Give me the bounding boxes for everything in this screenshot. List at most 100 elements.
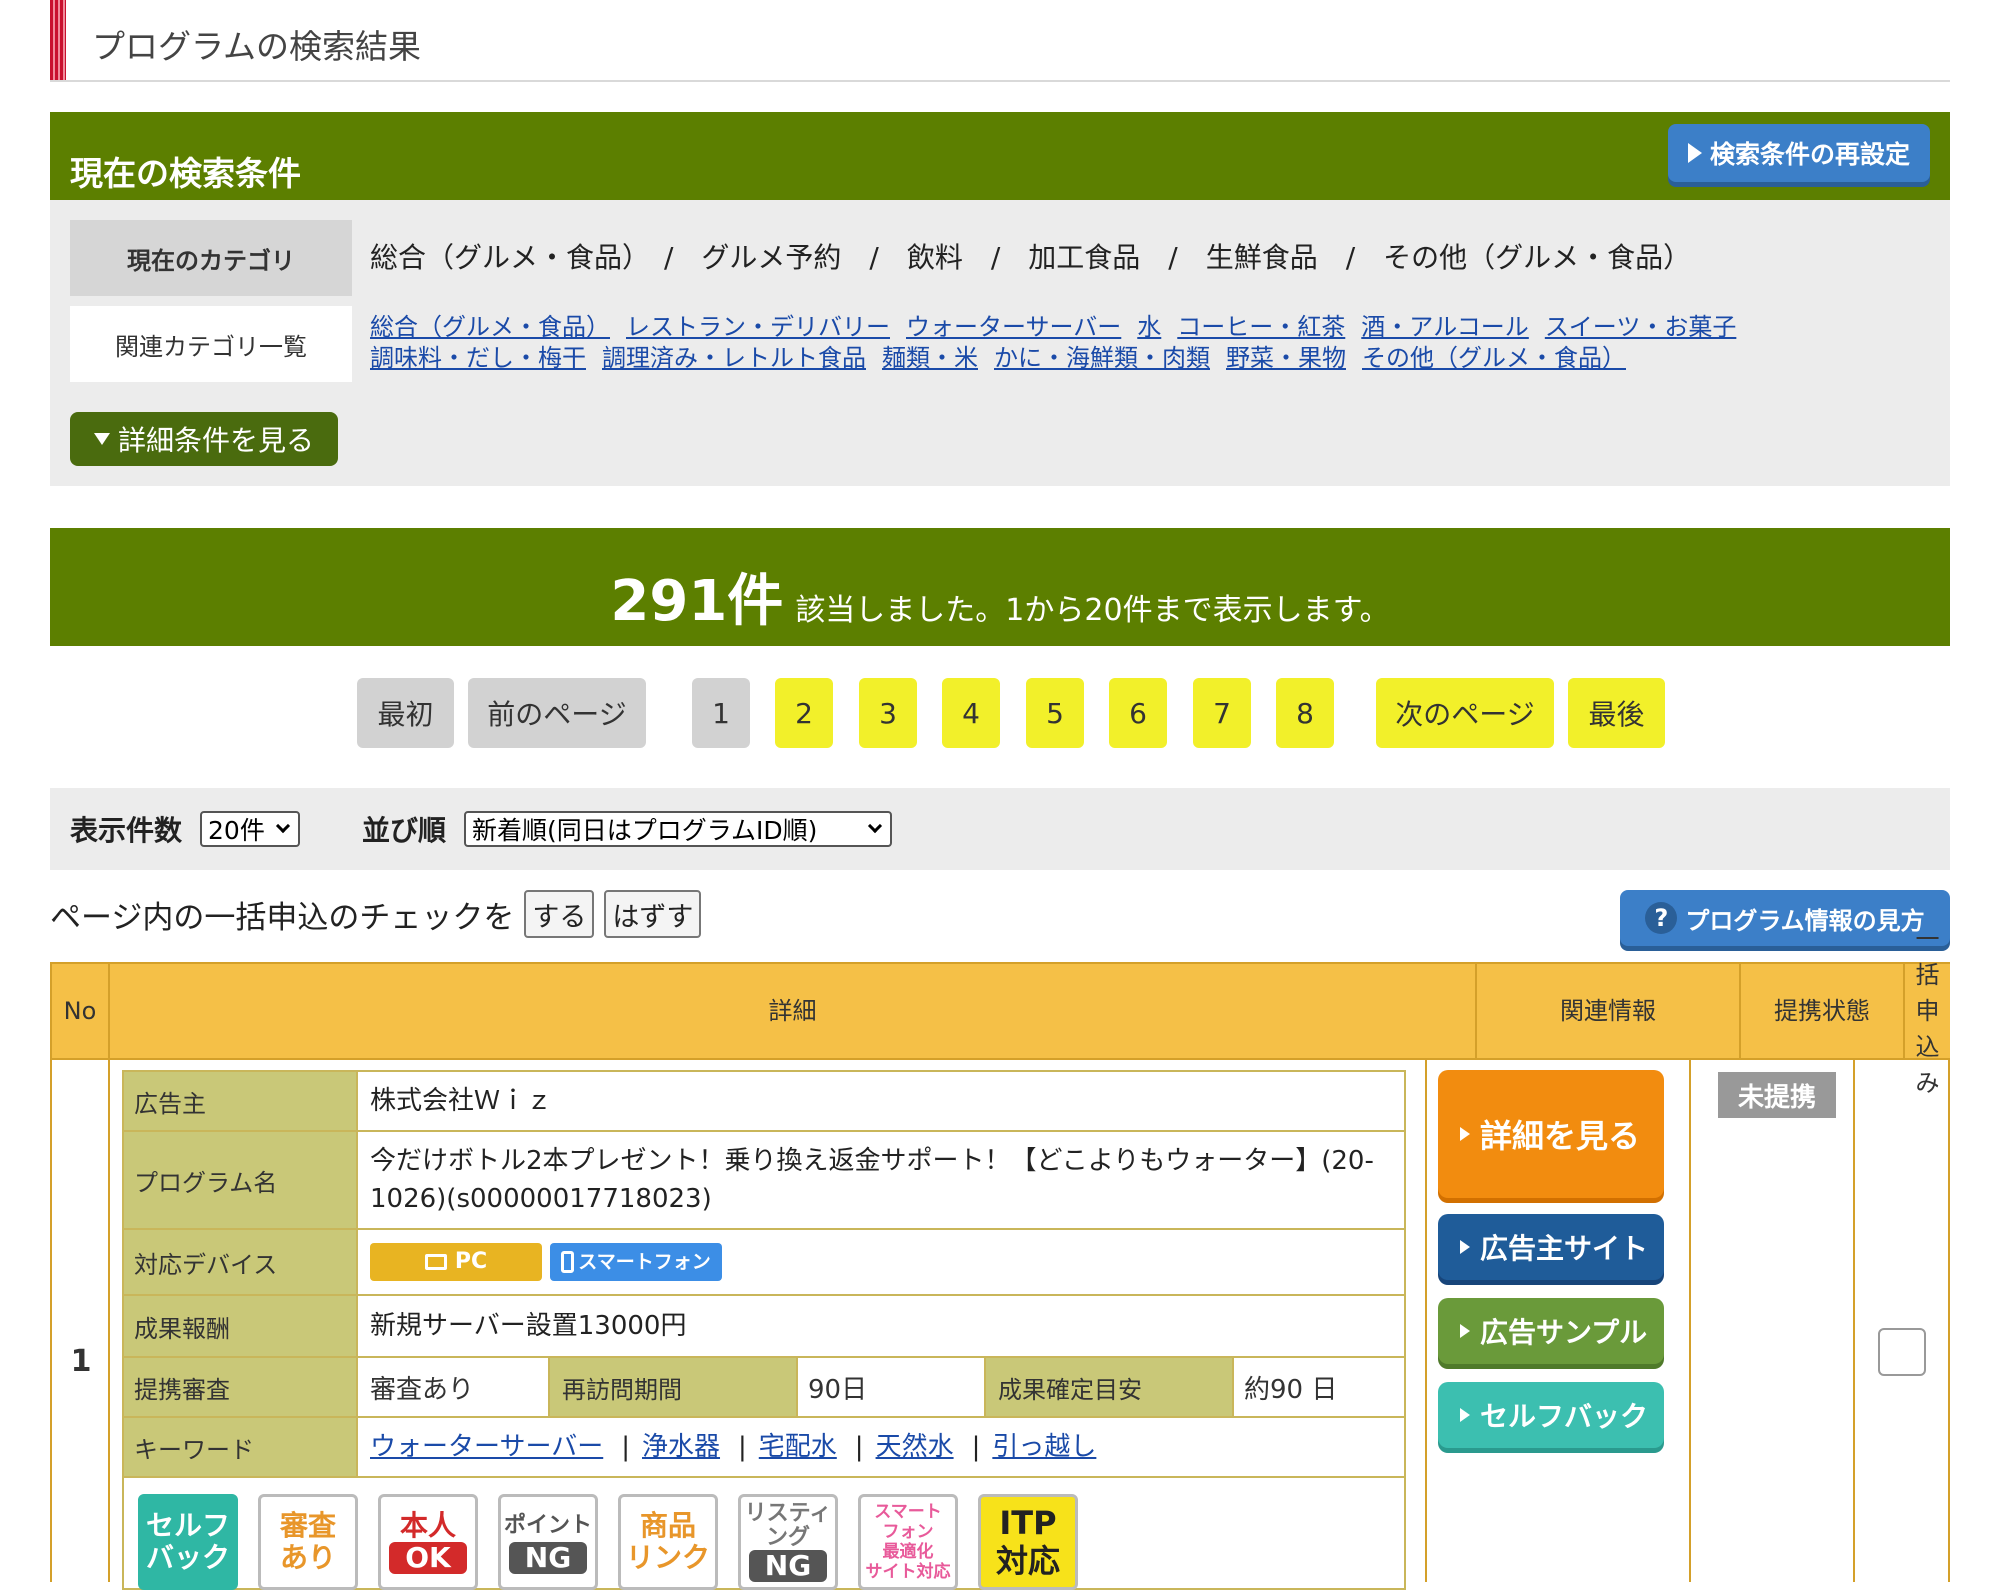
program-name-value: 今だけボトル2本プレゼント！乗り換え返金サポート！【どこよりもウォーター】(20…	[370, 1146, 1374, 1214]
review-value: 審査あり	[370, 1374, 475, 1405]
advertiser-site-label: 広告主サイト	[1480, 1232, 1649, 1265]
chevron-down-icon	[275, 818, 291, 834]
listing-label: リスティ ング	[744, 1501, 832, 1550]
related-link[interactable]: 調味料・だし・梅干	[370, 344, 586, 372]
uncheck-all-button[interactable]: はずす	[604, 890, 702, 938]
identity-ok: OK	[389, 1542, 467, 1574]
page-1-button[interactable]: 1	[692, 678, 750, 748]
ad-sample-button[interactable]: 広告サンプル	[1438, 1298, 1664, 1364]
per-page-select[interactable]: 20件	[200, 811, 301, 847]
play-icon	[1460, 1240, 1470, 1254]
related-link[interactable]: 麺類・米	[882, 344, 978, 372]
product-link-badge: 商品 リンク	[618, 1494, 718, 1590]
header-divider	[52, 1058, 1948, 1060]
reset-conditions-label: 検索条件の再設定	[1709, 140, 1910, 169]
first-page-button[interactable]: 最初	[357, 678, 454, 748]
per-page-label: 表示件数	[70, 814, 183, 847]
keyword-link[interactable]: ウォーターサーバー	[370, 1428, 603, 1466]
prev-page-button[interactable]: 前のページ	[468, 678, 646, 748]
related-link[interactable]: その他（グルメ・食品）	[1362, 344, 1626, 372]
keyword-link[interactable]: 天然水	[876, 1428, 954, 1466]
header-accent-bar	[50, 0, 66, 80]
review-badge: 審査 あり	[258, 1494, 358, 1590]
point-label: ポイント	[503, 1513, 592, 1538]
keyword-link[interactable]: 宅配水	[759, 1428, 837, 1466]
display-options-bar: 表示件数 20件 並び順 新着順(同日はプログラムID順)	[50, 788, 1950, 870]
related-link[interactable]: 野菜・果物	[1226, 344, 1346, 372]
row-number: 1	[70, 1344, 92, 1379]
bulk-apply-checkbox[interactable]	[1878, 1328, 1926, 1376]
reward-value: 新規サーバー設置13000円	[370, 1311, 687, 1341]
related-link[interactable]: 総合（グルメ・食品）	[370, 313, 610, 341]
related-link[interactable]: 調理済み・レトルト食品	[602, 344, 866, 372]
smartphone-badge: スマートフォン	[550, 1243, 722, 1281]
play-icon	[1687, 143, 1702, 163]
conditions-header: 現在の検索条件 検索条件の再設定	[50, 112, 1950, 200]
device-value: PC スマートフォン	[370, 1230, 1394, 1294]
page-4-button[interactable]: 4	[942, 678, 1000, 748]
selfback-button[interactable]: セルフバック	[1438, 1382, 1664, 1448]
col-divider	[108, 1058, 110, 1582]
related-link[interactable]: スイーツ・お菓子	[1545, 313, 1737, 341]
result-count: 291件	[610, 569, 784, 634]
program-name-row: プログラム名 今だけボトル2本プレゼント！乗り換え返金サポート！【どこよりもウォ…	[124, 1132, 1404, 1230]
confirm-label: 成果確定目安	[984, 1358, 1234, 1416]
header-bulk-label: 一括申込み	[1915, 925, 1940, 1097]
page-7-button[interactable]: 7	[1193, 678, 1251, 748]
header-bulk: 一括申込み	[1905, 925, 1950, 1097]
keyword-link[interactable]: 引っ越し	[992, 1428, 1096, 1466]
advertiser-label: 広告主	[124, 1072, 358, 1130]
point-badge: ポイント NG	[498, 1494, 598, 1590]
help-label: プログラム情報の見方	[1685, 906, 1925, 935]
related-link[interactable]: 酒・アルコール	[1361, 313, 1529, 341]
view-detail-button[interactable]: 詳細を見る	[1438, 1070, 1664, 1198]
listing-ng: NG	[748, 1550, 828, 1582]
sort-label: 並び順	[362, 814, 447, 847]
point-ng: NG	[508, 1542, 588, 1574]
col-divider	[1853, 1058, 1855, 1582]
page-2-button[interactable]: 2	[775, 678, 833, 748]
page-8-button[interactable]: 8	[1276, 678, 1334, 748]
search-conditions-panel: 現在の検索条件 検索条件の再設定 現在のカテゴリ 総合（グルメ・食品） / グル…	[50, 112, 1950, 486]
advertiser-value: 株式会社Ｗｉｚ	[370, 1086, 553, 1116]
col-divider	[1689, 1058, 1691, 1582]
device-label: 対応デバイス	[124, 1230, 358, 1294]
result-count-bar: 291件 該当しました。1から20件まで表示します。	[50, 528, 1950, 646]
related-link[interactable]: コーヒー・紅茶	[1177, 313, 1345, 341]
related-link[interactable]: ウォーターサーバー	[906, 313, 1121, 341]
next-page-button[interactable]: 次のページ	[1376, 678, 1554, 748]
show-detail-conditions-button[interactable]: 詳細条件を見る	[70, 412, 338, 466]
selfback-badge: セルフ バック	[138, 1494, 238, 1590]
monitor-icon	[424, 1254, 447, 1270]
identity-badge: 本人 OK	[378, 1494, 478, 1590]
advertiser-site-button[interactable]: 広告主サイト	[1438, 1214, 1664, 1280]
current-category-label: 現在のカテゴリ	[70, 220, 352, 296]
check-all-button[interactable]: する	[524, 890, 595, 938]
revisit-label: 再訪問期間	[548, 1358, 798, 1416]
device-row: 対応デバイス PC スマートフォン	[124, 1230, 1404, 1296]
sort-select[interactable]: 新着順(同日はプログラムID順)	[464, 811, 893, 847]
triangle-down-icon	[93, 433, 110, 445]
related-link[interactable]: レストラン・デリバリー	[626, 313, 890, 341]
keyword-link[interactable]: 浄水器	[642, 1428, 720, 1466]
sort-value: 新着順(同日はプログラムID順)	[472, 816, 818, 845]
page-3-button[interactable]: 3	[859, 678, 917, 748]
page-header: プログラムの検索結果	[50, 0, 1950, 82]
page-6-button[interactable]: 6	[1109, 678, 1167, 748]
show-detail-label: 詳細条件を見る	[117, 424, 314, 457]
chevron-down-icon	[867, 818, 883, 834]
related-link[interactable]: 水	[1137, 313, 1161, 341]
play-icon	[1460, 1324, 1470, 1338]
keyword-list: ウォーターサーバー | 浄水器 | 宅配水 | 天然水 | 引っ越し	[370, 1418, 1394, 1476]
page-5-button[interactable]: 5	[1026, 678, 1084, 748]
smartphone-label: スマートフォン	[578, 1251, 711, 1273]
identity-label: 本人	[399, 1509, 456, 1542]
program-info-help-button[interactable]: ? プログラム情報の見方	[1620, 890, 1950, 946]
related-link[interactable]: かに・海鮮類・肉類	[994, 344, 1210, 372]
pc-badge: PC	[370, 1243, 542, 1281]
reset-conditions-button[interactable]: 検索条件の再設定	[1668, 124, 1930, 182]
result-text: 該当しました。1から20件まで表示します。	[795, 593, 1390, 628]
keyword-row: キーワード ウォーターサーバー | 浄水器 | 宅配水 | 天然水 | 引っ越し	[124, 1418, 1404, 1478]
related-category-links: 総合（グルメ・食品） レストラン・デリバリー ウォーターサーバー水コーヒー・紅茶 酒・…	[370, 312, 1810, 374]
last-page-button[interactable]: 最後	[1568, 678, 1665, 748]
